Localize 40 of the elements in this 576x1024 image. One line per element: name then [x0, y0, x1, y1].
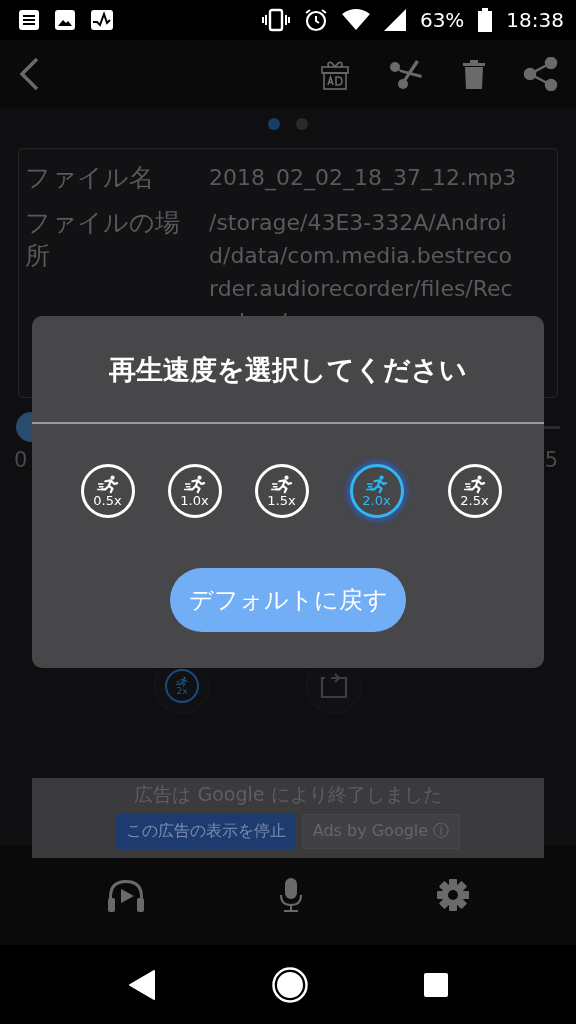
reset-default-button[interactable]: デフォルトに戻す [170, 568, 406, 632]
clock: 18:38 [506, 8, 564, 32]
wifi-icon [341, 9, 370, 31]
info-label: ファイル名 [25, 162, 155, 194]
runner-icon [95, 474, 120, 494]
page-dot[interactable] [296, 118, 308, 130]
total-time: 5 [544, 448, 558, 472]
alarm-icon [303, 8, 328, 32]
runner-icon [364, 474, 389, 494]
speed-option[interactable]: 1.0x [167, 464, 222, 518]
recents-icon[interactable] [424, 972, 448, 997]
repeat-icon [319, 672, 349, 700]
battery-icon [478, 8, 493, 32]
share-icon[interactable] [524, 57, 558, 91]
stop-ad-button[interactable]: この広告の表示を停止 [115, 814, 296, 849]
runner-icon [175, 676, 189, 687]
elapsed-time: 0 [14, 448, 28, 472]
info-label: ファイルの場所 [25, 207, 181, 272]
runner-icon [182, 474, 207, 494]
microphone-icon[interactable] [279, 877, 303, 913]
vibrate-icon [261, 8, 290, 32]
speed-option[interactable]: 2.0x [349, 464, 404, 518]
home-icon[interactable] [272, 966, 308, 1003]
image-icon [54, 9, 76, 31]
trash-icon[interactable] [462, 59, 486, 89]
page-dot[interactable] [268, 118, 280, 130]
speed-option[interactable]: 1.5x [254, 464, 309, 518]
speed-option[interactable]: 2.5x [447, 464, 502, 518]
info-value: 2018_02_02_18_37_12.mp3 [209, 164, 518, 193]
pulse-icon [90, 9, 114, 31]
runner-icon [462, 474, 487, 494]
settings-icon[interactable] [435, 878, 470, 912]
signal-icon [383, 9, 406, 31]
headphones-play-icon[interactable] [106, 877, 147, 913]
speed-option[interactable]: 0.5x [80, 464, 135, 518]
runner-icon [269, 474, 294, 494]
dialog-title: 再生速度を選択してください [109, 353, 467, 387]
notification-icon [18, 9, 40, 31]
battery-percent: 63% [419, 8, 465, 32]
scissors-icon[interactable] [388, 58, 424, 90]
